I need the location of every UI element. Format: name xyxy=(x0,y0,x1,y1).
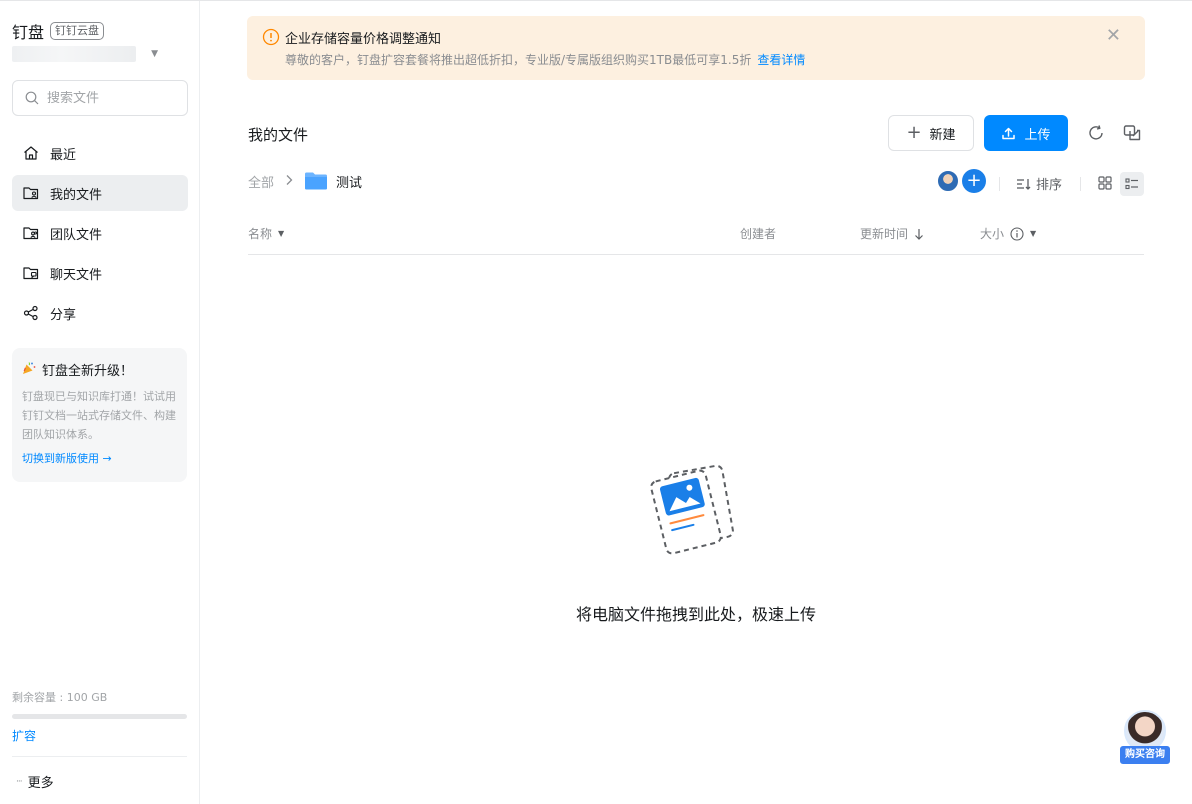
sidebar-item-label: 最近 xyxy=(50,147,77,163)
search-box[interactable] xyxy=(12,80,188,116)
notice-title: 企业存储容量价格调整通知 xyxy=(285,32,442,47)
notice-banner: 企业存储容量价格调整通知 尊敬的客户，钉盘扩容套餐将推出超低折扣，专业版/专属版… xyxy=(247,16,1145,80)
upgrade-promo-card: 钉盘全新升级！ 钉盘现已与知识库打通！试试用钉钉文档一站式存储文件、构建团队知识… xyxy=(12,348,187,482)
storage-usage-bar xyxy=(12,714,187,719)
upload-button[interactable]: 上传 xyxy=(984,115,1068,151)
toolbar-divider xyxy=(999,177,1000,191)
brand-tag: 钉钉云盘 xyxy=(50,22,105,40)
page-title: 我的文件 xyxy=(248,126,309,144)
column-updated-label: 更新时间 xyxy=(860,227,909,241)
column-name[interactable]: 名称 ▼ xyxy=(248,225,284,242)
sidebar-item-share[interactable]: 分享 xyxy=(12,295,188,331)
upload-button-label: 上传 xyxy=(1024,127,1051,143)
file-table-header: 名称 ▼ 创建者 更新时间 大小 ▼ xyxy=(248,221,1144,255)
member-avatar[interactable] xyxy=(937,170,959,192)
search-icon xyxy=(25,91,39,105)
column-size-label: 大小 xyxy=(980,227,1005,241)
notice-body-text: 尊敬的客户，钉盘扩容套餐将推出超低折扣，专业版/专属版组织购买1TB最低可享1.… xyxy=(285,53,752,67)
column-name-label: 名称 xyxy=(248,227,273,241)
open-in-window-icon[interactable] xyxy=(1120,121,1144,145)
sort-label: 排序 xyxy=(1036,178,1063,193)
caret-down-icon: ▼ xyxy=(278,229,285,238)
party-popper-icon xyxy=(22,361,36,379)
sidebar-item-label: 团队文件 xyxy=(50,227,103,243)
sidebar-item-team-files[interactable]: 团队文件 xyxy=(12,215,188,251)
sidebar-item-chat-files[interactable]: 聊天文件 xyxy=(12,255,188,291)
breadcrumb: 全部 测试 xyxy=(248,168,362,194)
breadcrumb-current-folder: 测试 xyxy=(304,171,362,191)
dingpan-app: 钉盘 钉钉云盘 ▼ 最近 我的文件 xyxy=(0,0,1192,804)
sidebar-divider xyxy=(12,756,187,757)
my-files-folder-icon xyxy=(22,184,40,202)
promo-description: 钉盘现已与知识库打通！试试用钉钉文档一站式存储文件、构建团队知识体系。 xyxy=(22,390,176,441)
account-switcher[interactable]: ▼ xyxy=(12,46,158,62)
account-name-blurred xyxy=(12,46,136,62)
sidebar-item-label: 我的文件 xyxy=(50,187,103,203)
chevron-right-icon xyxy=(284,174,294,189)
more-button[interactable]: ··· 更多 xyxy=(16,772,54,791)
info-icon xyxy=(262,28,280,50)
empty-state-message: 将电脑文件拖拽到此处，极速上传 xyxy=(575,605,816,624)
caret-down-icon: ▼ xyxy=(151,49,158,59)
storage-remaining-label: 剩余容量 : 100 GB xyxy=(12,691,108,704)
grid-view-icon[interactable] xyxy=(1094,172,1116,194)
search-input[interactable] xyxy=(47,90,177,106)
new-button-label: 新建 xyxy=(929,127,956,143)
toolbar-divider xyxy=(1080,177,1081,191)
share-icon xyxy=(22,304,40,322)
home-icon xyxy=(22,144,40,162)
sidebar-item-my-files[interactable]: 我的文件 xyxy=(12,175,188,211)
brand-title: 钉盘 xyxy=(12,23,45,42)
sort-button[interactable]: 排序 xyxy=(1016,174,1062,193)
sidebar-nav: 最近 我的文件 团队文件 聊天文件 分享 xyxy=(12,135,188,335)
upload-icon xyxy=(1002,127,1016,139)
list-view-icon[interactable] xyxy=(1120,172,1144,196)
column-size[interactable]: 大小 ▼ xyxy=(980,225,1036,242)
sidebar-item-recent[interactable]: 最近 xyxy=(12,135,188,171)
column-creator-label: 创建者 xyxy=(740,227,777,241)
team-folder-icon xyxy=(22,224,40,242)
promo-title-text: 钉盘全新升级！ xyxy=(42,364,134,379)
more-dots-icon: ··· xyxy=(16,776,23,787)
sidebar-item-label: 分享 xyxy=(50,307,77,323)
sort-descending-icon xyxy=(915,228,923,240)
sort-icon xyxy=(1017,178,1031,190)
plus-icon: + xyxy=(906,122,922,143)
add-member-button[interactable]: + xyxy=(962,169,986,193)
notice-body: 尊敬的客户，钉盘扩容套餐将推出超低折扣，专业版/专属版组织购买1TB最低可享1.… xyxy=(285,51,805,68)
sidebar-item-label: 聊天文件 xyxy=(50,267,103,283)
purchase-consult-widget[interactable]: 购买咨询 xyxy=(1120,710,1170,764)
empty-upload-illustration xyxy=(648,463,748,559)
sidebar: 钉盘 钉钉云盘 ▼ 最近 我的文件 xyxy=(0,1,200,804)
chat-folder-icon xyxy=(22,264,40,282)
breadcrumb-root[interactable]: 全部 xyxy=(248,172,274,191)
brand: 钉盘 钉钉云盘 xyxy=(12,19,105,43)
promo-title: 钉盘全新升级！ xyxy=(22,360,177,379)
breadcrumb-folder-label: 测试 xyxy=(336,175,363,191)
purchase-consult-label: 购买咨询 xyxy=(1120,746,1170,764)
column-creator: 创建者 xyxy=(740,225,776,242)
caret-down-icon: ▼ xyxy=(1030,229,1037,238)
more-label: 更多 xyxy=(27,776,54,791)
info-icon xyxy=(1010,226,1024,241)
notice-details-link[interactable]: 查看详情 xyxy=(757,53,805,67)
close-icon[interactable]: ✕ xyxy=(1106,26,1121,46)
folder-icon xyxy=(305,172,328,190)
expand-storage-link[interactable]: 扩容 xyxy=(12,727,36,744)
refresh-icon[interactable] xyxy=(1084,121,1108,145)
switch-to-new-version-link[interactable]: 切换到新版使用 → xyxy=(22,450,177,466)
column-updated[interactable]: 更新时间 xyxy=(860,225,924,242)
new-button[interactable]: + 新建 xyxy=(888,115,974,151)
